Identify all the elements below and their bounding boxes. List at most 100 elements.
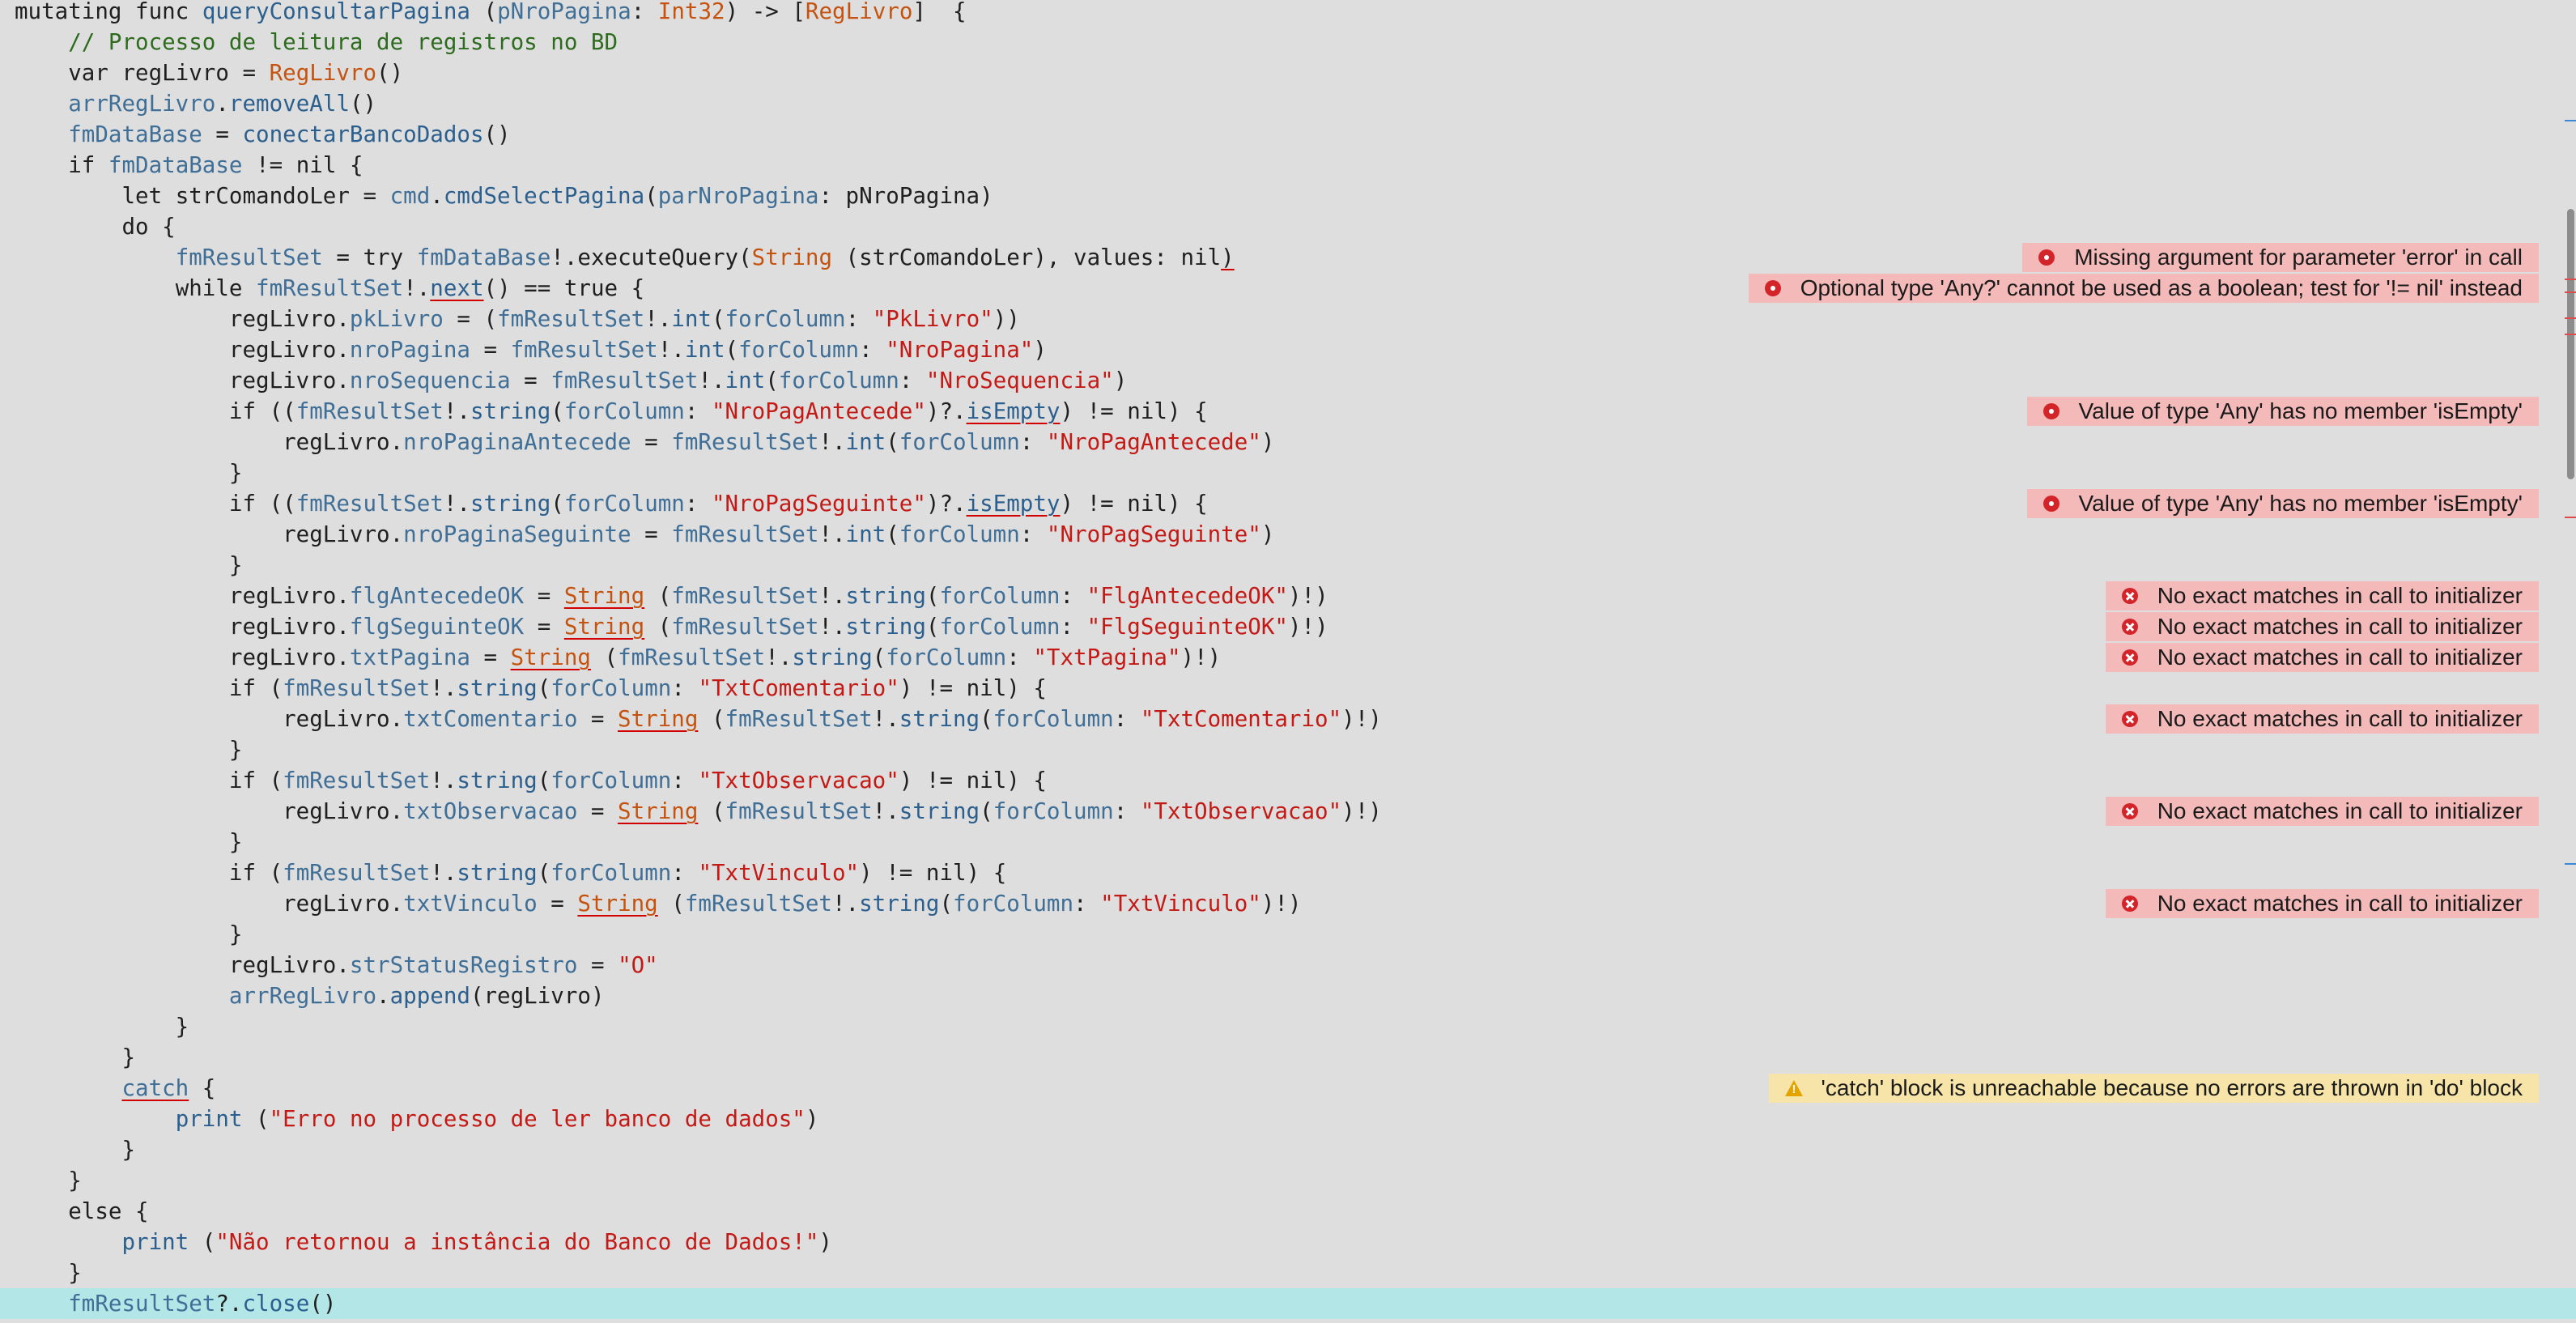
code-line[interactable]: } <box>0 1042 2576 1073</box>
code-line-text[interactable]: fmDataBase = conectarBancoDados() <box>15 119 510 150</box>
code-line-text[interactable]: } <box>15 1257 82 1288</box>
code-line[interactable]: regLivro.strStatusRegistro = "O" <box>0 950 2576 981</box>
error-annotation[interactable]: No exact matches in call to initializer <box>2105 581 2539 610</box>
error-annotation[interactable]: No exact matches in call to initializer <box>2105 797 2539 826</box>
code-line-text[interactable]: arrRegLivro.removeAll() <box>15 88 376 119</box>
code-line-text[interactable]: if ((fmResultSet!.string(forColumn: "Nro… <box>15 396 1208 427</box>
code-line-text[interactable]: mutating func queryConsultarPagina (pNro… <box>15 0 967 27</box>
code-line-text[interactable]: fmResultSet = try fmDataBase!.executeQue… <box>15 242 1235 273</box>
code-line[interactable]: } <box>0 1011 2576 1042</box>
code-line-text[interactable]: regLivro.txtVinculo = String (fmResultSe… <box>15 888 1301 919</box>
code-line-text[interactable]: } <box>15 457 243 488</box>
code-line[interactable]: else { <box>0 1196 2576 1227</box>
code-line-text[interactable]: } <box>15 827 243 857</box>
code-line[interactable]: regLivro.nroPaginaAntecede = fmResultSet… <box>0 427 2576 457</box>
code-line[interactable]: // Processo de leitura de registros no B… <box>0 27 2576 57</box>
code-line[interactable]: if (fmResultSet!.string(forColumn: "TxtC… <box>0 673 2576 704</box>
vertical-scrollbar[interactable] <box>2565 0 2576 1323</box>
error-x-icon[interactable] <box>2121 649 2138 666</box>
error-annotation[interactable]: Value of type 'Any' has no member 'isEmp… <box>2026 489 2539 518</box>
code-line[interactable]: if fmDataBase != nil { <box>0 150 2576 181</box>
code-line[interactable]: regLivro.pkLivro = (fmResultSet!.int(for… <box>0 304 2576 334</box>
code-line-text[interactable]: else { <box>15 1196 148 1227</box>
code-line-text[interactable]: } <box>15 550 243 581</box>
error-x-icon[interactable] <box>2121 895 2138 912</box>
code-line-text[interactable]: regLivro.strStatusRegistro = "O" <box>15 950 658 981</box>
scrollbar-thumb[interactable] <box>2567 209 2574 479</box>
code-line-text[interactable]: var regLivro = RegLivro() <box>15 57 403 88</box>
code-line-text[interactable]: // Processo de leitura de registros no B… <box>15 27 618 57</box>
code-line[interactable]: } <box>0 827 2576 857</box>
code-line[interactable]: fmResultSet?.close() <box>0 1288 2576 1319</box>
code-line-text[interactable]: if fmDataBase != nil { <box>15 150 363 181</box>
code-line-text[interactable]: fmResultSet?.close() <box>15 1288 336 1319</box>
code-line[interactable]: var regLivro = RegLivro() <box>0 57 2576 88</box>
code-line-text[interactable]: regLivro.txtComentario = String (fmResul… <box>15 704 1382 734</box>
code-editor[interactable]: mutating func queryConsultarPagina (pNro… <box>0 0 2576 1323</box>
code-line[interactable]: print ("Erro no processo de ler banco de… <box>0 1104 2576 1134</box>
error-x-icon[interactable] <box>2121 619 2138 635</box>
code-line-text[interactable]: } <box>15 1134 135 1165</box>
error-x-icon[interactable] <box>2121 803 2138 819</box>
error-annotation[interactable]: Value of type 'Any' has no member 'isEmp… <box>2026 397 2539 426</box>
code-line-text[interactable]: regLivro.nroPagina = fmResultSet!.int(fo… <box>15 334 1047 365</box>
error-annotation[interactable]: No exact matches in call to initializer <box>2105 704 2539 734</box>
code-line-text[interactable]: regLivro.nroPaginaAntecede = fmResultSet… <box>15 427 1274 457</box>
code-line-text[interactable]: regLivro.nroSequencia = fmResultSet!.int… <box>15 365 1127 396</box>
code-line-text[interactable]: while fmResultSet!.next() == true { <box>15 273 645 304</box>
code-line[interactable]: } <box>0 734 2576 765</box>
code-line[interactable]: } <box>0 919 2576 950</box>
code-line-text[interactable]: } <box>15 1011 189 1042</box>
error-x-icon[interactable] <box>2121 711 2138 727</box>
error-x-icon[interactable] <box>2121 588 2138 604</box>
error-dot-icon[interactable] <box>2043 496 2060 512</box>
code-line[interactable]: } <box>0 550 2576 581</box>
code-line[interactable]: regLivro.nroSequencia = fmResultSet!.int… <box>0 365 2576 396</box>
code-line[interactable]: fmDataBase = conectarBancoDados() <box>0 119 2576 150</box>
code-line[interactable]: mutating func queryConsultarPagina (pNro… <box>0 0 2576 27</box>
code-line-text[interactable]: } <box>15 919 243 950</box>
code-line-text[interactable]: if ((fmResultSet!.string(forColumn: "Nro… <box>15 488 1208 519</box>
error-dot-icon[interactable] <box>2043 403 2060 419</box>
code-line-text[interactable]: regLivro.txtPagina = String (fmResultSet… <box>15 642 1221 673</box>
code-line[interactable]: print ("Não retornou a instância do Banc… <box>0 1227 2576 1257</box>
code-line-text[interactable]: regLivro.nroPaginaSeguinte = fmResultSet… <box>15 519 1274 550</box>
code-line-text[interactable]: } <box>15 1165 82 1196</box>
code-line[interactable]: do { <box>0 211 2576 242</box>
code-line-text[interactable]: regLivro.pkLivro = (fmResultSet!.int(for… <box>15 304 1020 334</box>
code-line[interactable]: if (fmResultSet!.string(forColumn: "TxtO… <box>0 765 2576 796</box>
warning-annotation[interactable]: 'catch' block is unreachable because no … <box>1769 1074 2539 1103</box>
code-line-text[interactable]: if (fmResultSet!.string(forColumn: "TxtO… <box>15 765 1047 796</box>
code-line-text[interactable]: if (fmResultSet!.string(forColumn: "TxtV… <box>15 857 1006 888</box>
code-line[interactable]: } <box>0 1134 2576 1165</box>
code-line-text[interactable]: arrRegLivro.append(regLivro) <box>15 981 605 1011</box>
code-line-text[interactable]: } <box>15 734 243 765</box>
error-annotation[interactable]: No exact matches in call to initializer <box>2105 643 2539 672</box>
code-line[interactable]: } <box>0 1165 2576 1196</box>
code-line[interactable]: } <box>0 457 2576 488</box>
code-line[interactable]: } <box>0 1257 2576 1288</box>
code-line-text[interactable]: regLivro.flgAntecedeOK = String (fmResul… <box>15 581 1328 611</box>
code-line-text[interactable]: regLivro.txtObservacao = String (fmResul… <box>15 796 1382 827</box>
error-dot-icon[interactable] <box>1764 280 1781 296</box>
code-line-text[interactable]: let strComandoLer = cmd.cmdSelectPagina(… <box>15 181 993 211</box>
code-line[interactable]: if (fmResultSet!.string(forColumn: "TxtV… <box>0 857 2576 888</box>
code-line[interactable]: regLivro.nroPagina = fmResultSet!.int(fo… <box>0 334 2576 365</box>
code-line-text[interactable]: } <box>15 1042 135 1073</box>
error-annotation[interactable]: No exact matches in call to initializer <box>2105 612 2539 641</box>
warning-triangle-icon[interactable] <box>1785 1080 1804 1096</box>
code-line[interactable]: regLivro.nroPaginaSeguinte = fmResultSet… <box>0 519 2576 550</box>
error-annotation[interactable]: Optional type 'Any?' cannot be used as a… <box>1748 274 2539 303</box>
code-line-text[interactable]: if (fmResultSet!.string(forColumn: "TxtC… <box>15 673 1047 704</box>
code-line[interactable]: arrRegLivro.append(regLivro) <box>0 981 2576 1011</box>
error-dot-icon[interactable] <box>2038 249 2055 266</box>
code-line-text[interactable]: print ("Erro no processo de ler banco de… <box>15 1104 819 1134</box>
code-line[interactable]: let strComandoLer = cmd.cmdSelectPagina(… <box>0 181 2576 211</box>
code-line-text[interactable]: regLivro.flgSeguinteOK = String (fmResul… <box>15 611 1328 642</box>
error-annotation[interactable]: Missing argument for parameter 'error' i… <box>2022 243 2539 272</box>
code-line-text[interactable]: do { <box>15 211 175 242</box>
code-line-text[interactable]: print ("Não retornou a instância do Banc… <box>15 1227 832 1257</box>
code-line-text[interactable]: catch { <box>15 1073 215 1104</box>
error-annotation[interactable]: No exact matches in call to initializer <box>2105 889 2539 918</box>
code-line[interactable]: arrRegLivro.removeAll() <box>0 88 2576 119</box>
